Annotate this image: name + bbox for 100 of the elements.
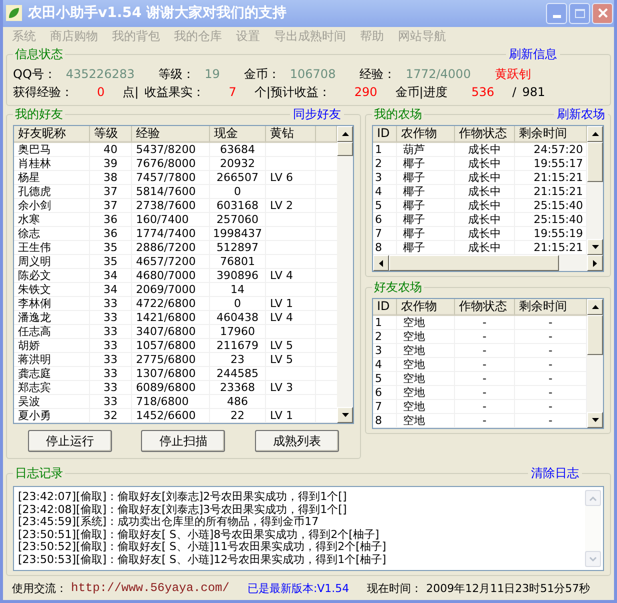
table-cell: LV 5 <box>266 339 316 352</box>
table-cell: 郑志宾 <box>14 381 90 394</box>
log-entry: [23:42:08][偷取]：偷取好友[刘泰志]3号农田果实成功，得到1个[] <box>18 504 348 516</box>
column-header[interactable]: 作物状态 <box>455 126 515 143</box>
sync-friends-link[interactable]: 同步好友 <box>290 107 344 121</box>
scrollbar[interactable] <box>337 126 353 423</box>
table-cell: 512897 <box>210 241 266 254</box>
scroll-thumb[interactable] <box>389 255 559 271</box>
table-cell: 3 <box>373 171 397 184</box>
scroll-thumb[interactable] <box>337 142 353 156</box>
table-cell: 椰子 <box>397 241 455 254</box>
table-cell: 39 <box>90 157 132 170</box>
column-header[interactable]: 好友昵称 <box>14 126 90 143</box>
table-cell: 23368 <box>210 381 266 394</box>
table-cell: 周义明 <box>14 255 90 268</box>
table-cell: 4 <box>373 358 397 371</box>
table-cell: 椰子 <box>397 185 455 198</box>
scrollbar[interactable] <box>587 299 603 428</box>
left-arrow-icon <box>379 260 383 266</box>
column-header[interactable]: 作物状态 <box>455 299 515 316</box>
table-cell: 0 <box>210 297 266 310</box>
group-title: 我的好友 <box>14 106 64 123</box>
table-cell: 4 <box>373 185 397 198</box>
action-button[interactable]: 停止扫描 <box>141 430 226 452</box>
group-title: 好友农场 <box>373 279 423 296</box>
scroll-left-button[interactable] <box>373 255 389 271</box>
table-cell: 陈必文 <box>14 269 90 282</box>
table-cell: 1307/6800 <box>132 367 210 380</box>
table-cell: 1421/6800 <box>132 311 210 324</box>
table-cell: 椰子 <box>397 199 455 212</box>
table-cell: 孔德虎 <box>14 185 90 198</box>
table-cell: 40 <box>90 143 132 156</box>
table-cell: 3 <box>373 344 397 357</box>
table-cell: 8 <box>373 414 397 427</box>
scrollbar[interactable] <box>587 126 603 255</box>
table-cell: 成长中 <box>455 199 515 212</box>
table-cell: 2738/7600 <box>132 199 210 212</box>
table-cell: 1452/6600 <box>132 409 210 422</box>
table-cell: 1 <box>373 316 397 329</box>
table-cell: 成长中 <box>455 227 515 240</box>
table-cell: LV 1 <box>266 297 316 310</box>
status-text[interactable]: http://www.56yaya.com/ <box>71 581 230 595</box>
column-header[interactable]: ID <box>373 126 397 143</box>
column-header[interactable]: 黄钻 <box>266 126 316 143</box>
column-header[interactable]: 农作物 <box>397 126 455 143</box>
refresh-farm-link[interactable]: 刷新农场 <box>554 107 608 121</box>
action-button[interactable]: 停止运行 <box>28 430 112 452</box>
log-entry: [23:50:53][偷取]：偷取好友[ S、小琏]12号农田果实成功，得到1个[柚子] <box>18 554 388 566</box>
table-cell: 76801 <box>210 255 266 268</box>
table-cell: 空地 <box>397 358 455 371</box>
table-cell: 211679 <box>210 339 266 352</box>
table-cell: 17960 <box>210 325 266 338</box>
table-cell: 余小剑 <box>14 199 90 212</box>
table-cell: 李林俐 <box>14 297 90 310</box>
scroll-thumb[interactable] <box>587 315 603 355</box>
table-cell: 空地 <box>397 316 455 329</box>
column-header[interactable]: 现金 <box>210 126 266 143</box>
refresh-info-link[interactable]: 刷新信息 <box>506 47 560 61</box>
down-arrow-icon <box>592 418 598 422</box>
table-cell: 5437/8200 <box>132 143 210 156</box>
action-button[interactable]: 成熟列表 <box>255 430 340 452</box>
group-title: 日志记录 <box>14 465 64 482</box>
column-header[interactable]: 等级 <box>90 126 132 143</box>
scrollbar[interactable] <box>373 255 603 271</box>
table-cell: 4722/6800 <box>132 297 210 310</box>
scroll-right-button[interactable] <box>587 255 603 271</box>
info-text: 获得经验： <box>13 84 73 100</box>
table-cell: LV 4 <box>266 311 316 324</box>
table-cell: 6089/6800 <box>132 381 210 394</box>
table-cell: 5 <box>373 199 397 212</box>
table-cell: 王生伟 <box>14 241 90 254</box>
table-cell: LV 2 <box>266 199 316 212</box>
close-button[interactable] <box>592 2 613 24</box>
clear-log-link[interactable]: 清除日志 <box>528 466 582 480</box>
table-cell: 257060 <box>210 213 266 226</box>
column-header[interactable]: 经验 <box>132 126 210 143</box>
table-cell: 460438 <box>210 311 266 324</box>
info-text: 7 <box>228 85 236 99</box>
log-entry: [23:45:59][系统]：成功卖出仓库里的所有物品，得到金币17 <box>18 516 320 528</box>
table-cell: - <box>455 358 515 371</box>
log-entry: [23:42:07][偷取]：偷取好友[刘泰志]2号农田果实成功，得到1个[] <box>18 491 348 504</box>
table-cell: 38 <box>90 171 132 184</box>
table-cell: 7 <box>373 227 397 240</box>
info-text: 0 <box>97 85 105 99</box>
table-cell: 潘逸龙 <box>14 311 90 324</box>
table-cell: 33 <box>90 311 132 324</box>
table-cell: 35 <box>90 241 132 254</box>
table-cell: - <box>455 386 515 399</box>
table-cell: 椰子 <box>397 213 455 226</box>
info-text: 个|预计收益： <box>254 84 330 100</box>
column-header[interactable]: ID <box>373 299 397 316</box>
table-cell: 2886/7200 <box>132 241 210 254</box>
table-cell: 杨星 <box>14 171 90 184</box>
table-cell: 603168 <box>210 199 266 212</box>
column-header[interactable]: 农作物 <box>397 299 455 316</box>
close-icon <box>598 8 608 18</box>
table-cell: 空地 <box>397 344 455 357</box>
scroll-thumb[interactable] <box>587 142 603 182</box>
table-cell: 2 <box>373 330 397 343</box>
table-cell: 吴波 <box>14 395 90 408</box>
